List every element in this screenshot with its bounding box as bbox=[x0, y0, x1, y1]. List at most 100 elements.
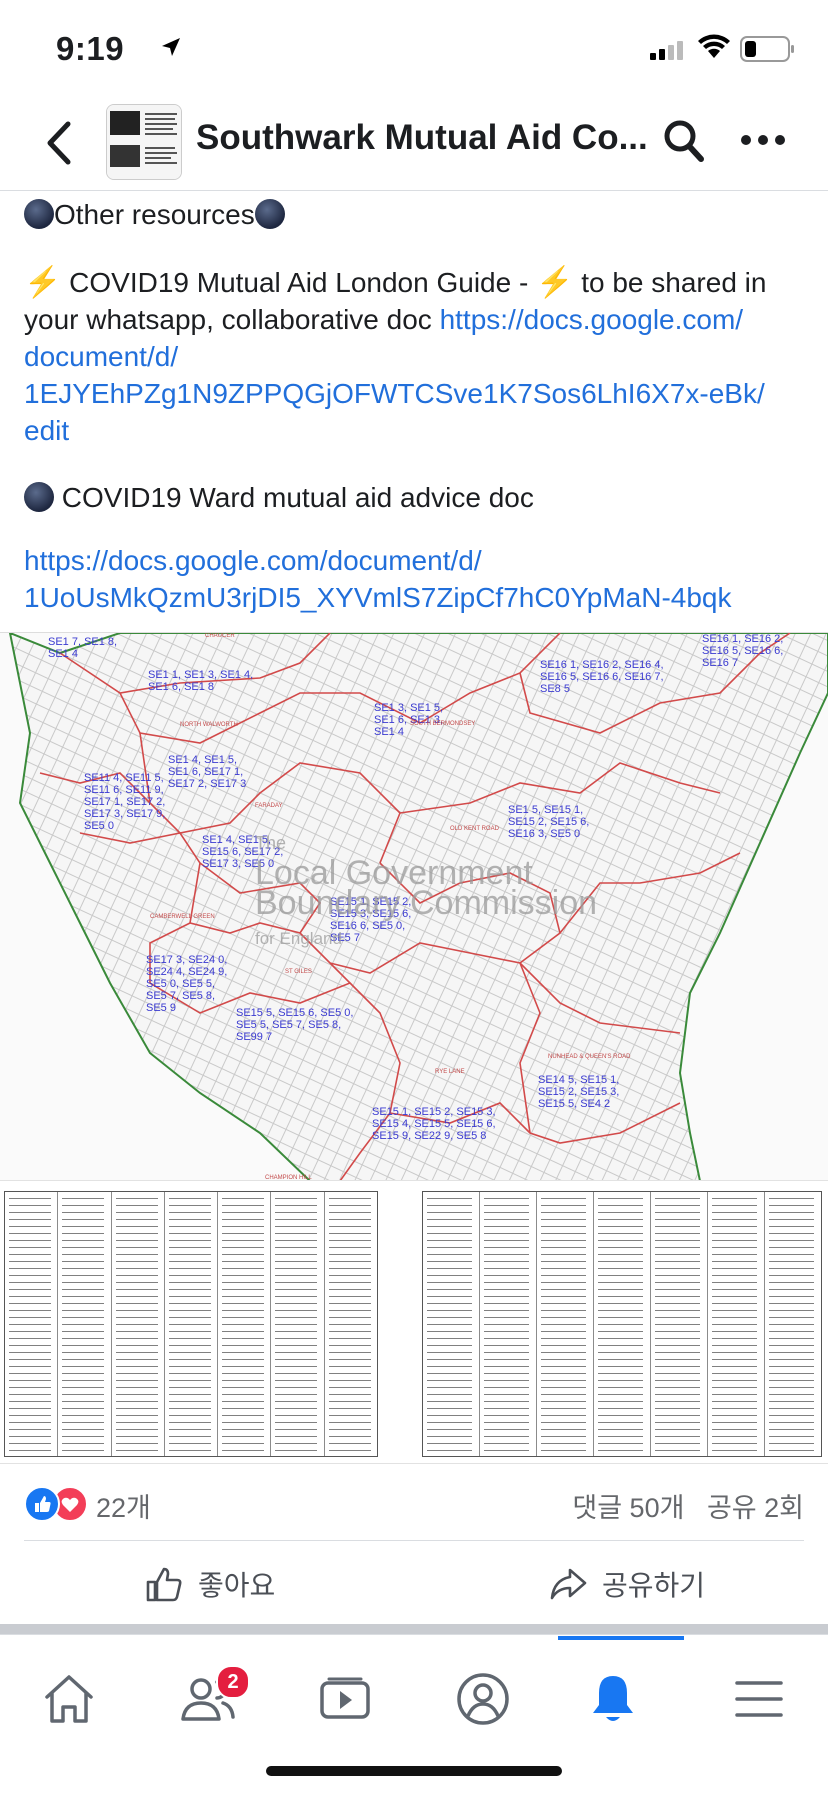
ward-label: SE15 9, SE22 9, SE5 8 bbox=[372, 1130, 486, 1142]
table-column bbox=[5, 1192, 59, 1456]
status-bar: 9:19 bbox=[0, 0, 828, 98]
share-count[interactable]: 공유 2회 bbox=[707, 1493, 804, 1523]
tab-home[interactable] bbox=[14, 1649, 124, 1749]
comment-count[interactable]: 댓글 50개 bbox=[572, 1493, 684, 1523]
map-watermark: The Local Government Boundary Commission… bbox=[255, 828, 597, 954]
road-label: CHAUCER bbox=[205, 633, 235, 639]
ward-label: SE17 3, SE17 9, bbox=[84, 808, 165, 820]
ward-label: SE11 6, SE11 9, bbox=[84, 784, 164, 796]
table-column bbox=[537, 1192, 594, 1456]
table-column bbox=[218, 1192, 272, 1456]
status-time: 9:19 bbox=[56, 30, 125, 67]
share-label: 공유하기 bbox=[602, 1570, 706, 1601]
signal-icon bbox=[650, 41, 683, 60]
ward-label: SE5 0 bbox=[84, 820, 114, 832]
road-label: SOUTH BERMONDSEY bbox=[410, 721, 475, 727]
road-label: ST GILES bbox=[285, 969, 312, 975]
ward-label: SE16 5, SE16 6, bbox=[702, 645, 783, 657]
table-column bbox=[164, 1192, 219, 1456]
ward-doc-text: COVID19 Ward mutual aid advice doc bbox=[61, 482, 534, 513]
road-label: NORTH WALWORTH bbox=[180, 722, 238, 728]
reaction-count[interactable]: 22개 bbox=[96, 1486, 151, 1525]
table-column bbox=[423, 1192, 480, 1456]
ward-label: SE11 4, SE11 5, bbox=[84, 772, 164, 784]
ward-label: SE99 7 bbox=[236, 1031, 272, 1043]
battery-icon bbox=[740, 36, 794, 62]
ward-label: SE15 5, SE15 6, SE5 0, bbox=[236, 1007, 353, 1019]
ward-label: SE24 4, SE24 9, bbox=[146, 966, 227, 978]
reaction-summary[interactable]: 22개 댓글 50개 공유 2회 bbox=[0, 1476, 828, 1528]
ward-label: SE14 5, SE15 1, bbox=[538, 1074, 619, 1086]
tab-profile[interactable] bbox=[428, 1649, 538, 1749]
ward-link-2[interactable]: 1UoUsMkQzmU3rjDI5_XYVmlS7ZipCf7hC0YpMaN-… bbox=[24, 579, 731, 616]
share-arrow-icon bbox=[550, 1568, 587, 1600]
group-thumbnail-image bbox=[107, 105, 181, 179]
road-label: RYE LANE bbox=[435, 1069, 465, 1075]
table-column bbox=[765, 1192, 821, 1456]
lightning-icon: ⚡ bbox=[536, 266, 574, 299]
post-actions: 좋아요 공유하기 bbox=[0, 1548, 828, 1624]
guide-text: COVID19 Mutual Aid London Guide - bbox=[69, 267, 537, 298]
guide-line: ⚡ COVID19 Mutual Aid London Guide - ⚡ to… bbox=[24, 264, 766, 301]
new-moon-icon bbox=[254, 199, 285, 229]
table-column bbox=[480, 1192, 537, 1456]
other-resources-line: Other resources bbox=[24, 196, 285, 233]
table-column bbox=[111, 1192, 165, 1456]
tab-menu[interactable] bbox=[704, 1649, 814, 1749]
ward-label: SE17 2, SE17 3 bbox=[168, 778, 246, 790]
postcode-table-left bbox=[4, 1191, 378, 1457]
home-indicator bbox=[266, 1766, 562, 1776]
postcode-tables-image[interactable] bbox=[0, 1180, 828, 1464]
table-column bbox=[58, 1192, 112, 1456]
group-thumbnail[interactable] bbox=[106, 104, 182, 180]
ward-label: SE1 6, SE1 8 bbox=[148, 681, 214, 693]
profile-icon bbox=[457, 1673, 509, 1725]
new-moon-icon bbox=[24, 199, 54, 229]
guide-link-2[interactable]: document/d/ bbox=[24, 338, 178, 375]
ward-label: SE8 5 bbox=[540, 683, 570, 695]
guide-link-4[interactable]: edit bbox=[24, 412, 69, 449]
bell-icon bbox=[593, 1676, 633, 1721]
guide-text-2: your whatsapp, collaborative doc bbox=[24, 304, 440, 335]
ward-label: SE17 3, SE24 0, bbox=[146, 954, 227, 966]
ward-label: SE15 5, SE4 2 bbox=[538, 1098, 610, 1110]
ward-link[interactable]: https://docs.google.com/document/d/ bbox=[24, 542, 482, 579]
home-icon bbox=[45, 1675, 93, 1723]
group-header: Southwark Mutual Aid Co... bbox=[0, 98, 828, 191]
ward-label: SE15 1, SE15 2, SE15 3, bbox=[372, 1106, 496, 1118]
back-icon[interactable] bbox=[42, 120, 74, 166]
section-separator bbox=[0, 1624, 828, 1634]
thumbs-up-icon bbox=[146, 1567, 182, 1602]
notification-badge: 2 bbox=[216, 1665, 250, 1699]
table-column bbox=[271, 1192, 325, 1456]
table-column bbox=[708, 1192, 765, 1456]
ward-label: SE1 4, SE1 5, bbox=[168, 754, 237, 766]
like-button[interactable]: 좋아요 bbox=[144, 1564, 275, 1604]
table-column bbox=[324, 1192, 377, 1456]
ward-label: SE1 4 bbox=[374, 726, 404, 738]
ward-label: SE15 4, SE15 5, SE15 6, bbox=[372, 1118, 496, 1130]
road-label: CAMBERWELL GREEN bbox=[150, 914, 215, 920]
guide-link-3[interactable]: 1EJYEhPZg1N9ZPPQGjOFWTCSve1K7Sos6LhI6X7x… bbox=[24, 375, 765, 412]
search-icon[interactable] bbox=[662, 118, 706, 164]
ward-label: SE15 2, SE15 6, bbox=[508, 816, 589, 828]
tab-watch[interactable] bbox=[290, 1649, 400, 1749]
comment-share-stats[interactable]: 댓글 50개 공유 2회 bbox=[572, 1486, 804, 1525]
share-button[interactable]: 공유하기 bbox=[548, 1564, 705, 1604]
ward-label: SE16 1, SE16 2, bbox=[702, 633, 783, 645]
group-title[interactable]: Southwark Mutual Aid Co... bbox=[196, 118, 648, 158]
wifi-icon bbox=[698, 34, 730, 58]
divider bbox=[24, 1540, 804, 1541]
ward-label: SE5 5, SE5 7, SE5 8, bbox=[236, 1019, 341, 1031]
lightning-icon: ⚡ bbox=[24, 266, 62, 299]
ward-map-image[interactable]: SE1 7, SE1 8, SE1 4 SE1 1, SE1 3, SE1 4,… bbox=[0, 632, 828, 1181]
tab-notifications[interactable] bbox=[558, 1636, 684, 1749]
tab-friends[interactable]: 2 bbox=[152, 1649, 262, 1749]
ward-label: SE17 1, SE17 2, bbox=[84, 796, 165, 808]
more-options-icon[interactable] bbox=[740, 134, 786, 146]
ward-label: SE1 4 bbox=[48, 648, 78, 660]
guide-link[interactable]: https://docs.google.com/ bbox=[440, 304, 744, 335]
menu-icon bbox=[735, 1681, 783, 1717]
ward-label: SE1 1, SE1 3, SE1 4, bbox=[148, 669, 253, 681]
road-label: NUNHEAD & QUEEN'S ROAD bbox=[548, 1054, 631, 1060]
